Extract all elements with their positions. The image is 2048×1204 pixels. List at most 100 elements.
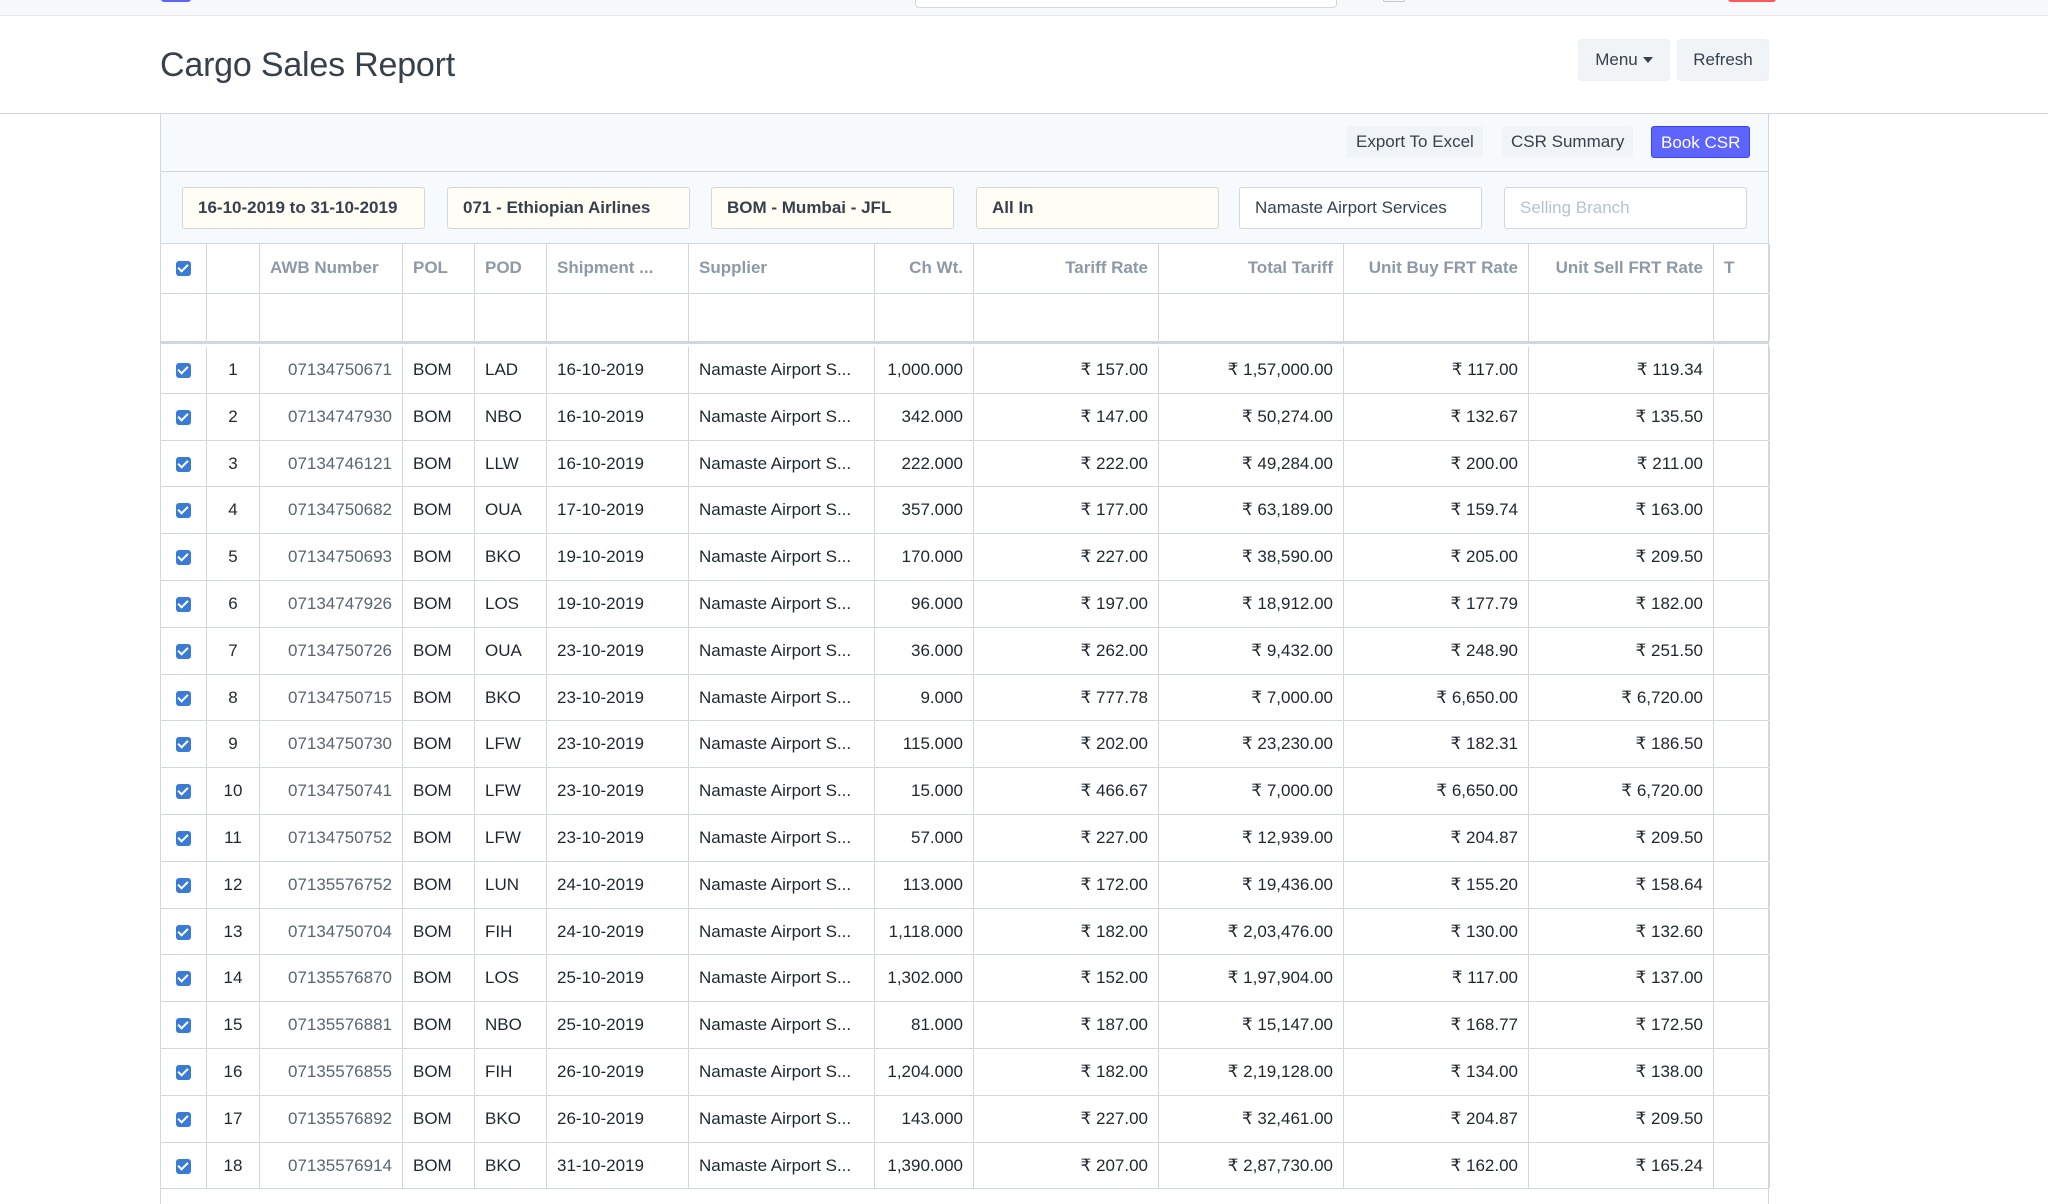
supplier: Namaste Airport S... [689, 674, 875, 721]
row-checkbox[interactable] [161, 674, 207, 721]
row-checkbox[interactable] [161, 393, 207, 440]
supplier-filter[interactable]: Namaste Airport Services [1239, 187, 1482, 229]
checkbox-icon[interactable] [176, 643, 191, 659]
table-row[interactable]: 8 07134750715 BOM BKO 23-10-2019 Namaste Airp… [161, 674, 1770, 722]
notification-icon[interactable] [1383, 0, 1405, 2]
column-filter-input[interactable] [1344, 294, 1529, 341]
checkbox-icon[interactable] [176, 503, 191, 519]
table-row[interactable]: 12 07135576752 BOM LUN 24-10-2019 Namaste Air… [161, 861, 1770, 909]
checkbox-icon[interactable] [176, 1158, 191, 1174]
column-filter-input[interactable] [875, 294, 974, 341]
row-checkbox[interactable] [161, 487, 207, 534]
column-filter-input[interactable] [1714, 294, 1770, 341]
table-row[interactable]: 4 07134750682 BOM OUA 17-10-2019 Namaste Airp… [161, 487, 1770, 535]
unit-buy-frt-rate: ₹ 205.00 [1344, 534, 1529, 580]
column-filter-input [161, 294, 207, 341]
ch-wt-header[interactable]: Ch Wt. [875, 244, 974, 293]
csr-summary-button[interactable]: CSR Summary [1502, 126, 1634, 158]
column-filter-input[interactable] [974, 294, 1159, 341]
checkbox-icon[interactable] [176, 1065, 191, 1080]
more-cell [1714, 721, 1770, 768]
airline-filter[interactable]: 071 - Ethiopian Airlines [447, 187, 690, 229]
search-input[interactable] [915, 0, 1337, 8]
table-row[interactable]: 13 07134750704 BOM FIH 24-10-2019 Namaste Air… [161, 908, 1770, 956]
checkbox-icon[interactable] [176, 597, 191, 612]
checkbox-icon[interactable] [176, 1111, 191, 1127]
checkbox-icon[interactable] [176, 971, 191, 987]
user-badge[interactable] [1728, 0, 1776, 2]
table-row[interactable]: 2 07134747930 BOM NBO 16-10-2019 Namaste Airp… [161, 393, 1770, 441]
total-tariff-header[interactable]: Total Tariff [1159, 244, 1344, 293]
pod-header[interactable]: POD [475, 244, 547, 293]
row-checkbox[interactable] [161, 627, 207, 674]
column-filter-input[interactable] [547, 294, 689, 341]
awb-number-header[interactable]: AWB Number [260, 244, 403, 293]
row-checkbox[interactable] [161, 955, 207, 1002]
more-columns-header[interactable]: T [1714, 244, 1770, 293]
row-checkbox[interactable] [161, 1002, 207, 1048]
table-row[interactable]: 16 07135576855 BOM FIH 26-10-2019 Namaste Air… [161, 1049, 1770, 1096]
refresh-button[interactable]: Refresh [1677, 39, 1769, 81]
app-logo[interactable] [161, 0, 191, 2]
checkbox-icon[interactable] [176, 456, 191, 472]
checkbox-icon[interactable] [176, 924, 191, 940]
checkbox-icon[interactable] [176, 550, 191, 566]
checkbox-icon[interactable] [176, 690, 191, 706]
table-row[interactable]: 6 07134747926 BOM LOS 19-10-2019 Namaste Airp… [161, 581, 1770, 628]
table-row[interactable]: 1 07134750671 BOM LAD 16-10-2019 Namaste Airp… [161, 347, 1770, 394]
table-row[interactable]: 10 07134750741 BOM LFW 23-10-2019 Namaste Air… [161, 768, 1770, 815]
row-checkbox[interactable] [161, 1049, 207, 1095]
checkbox-icon[interactable] [176, 831, 191, 846]
export-excel-button[interactable]: Export To Excel [1347, 126, 1483, 158]
row-checkbox[interactable] [161, 908, 207, 955]
supplier: Namaste Airport S... [689, 815, 875, 861]
table-row[interactable]: 18 07135576914 BOM BKO 31-10-2019 Namaste Air… [161, 1142, 1770, 1190]
column-filter-input[interactable] [1159, 294, 1344, 341]
unit-sell-header[interactable]: Unit Sell FRT Rate [1529, 244, 1714, 293]
row-checkbox[interactable] [161, 768, 207, 814]
select-all-checkbox-icon[interactable] [176, 261, 191, 276]
table-row[interactable]: 7 07134750726 BOM OUA 23-10-2019 Namaste Airp… [161, 627, 1770, 675]
menu-button[interactable]: Menu [1578, 39, 1670, 81]
row-checkbox[interactable] [161, 347, 207, 393]
table-row[interactable]: 17 07135576892 BOM BKO 26-10-2019 Namaste Air… [161, 1095, 1770, 1143]
book-csr-button[interactable]: Book CSR [1651, 126, 1751, 158]
row-number-header[interactable] [207, 244, 260, 293]
table-row[interactable]: 3 07134746121 BOM LLW 16-10-2019 Namaste Airp… [161, 440, 1770, 488]
selling-branch-filter[interactable]: Selling Branch [1504, 187, 1747, 229]
checkbox-icon[interactable] [176, 363, 191, 378]
select-all-checkbox[interactable] [161, 244, 207, 293]
table-row[interactable]: 9 07134750730 BOM LFW 23-10-2019 Namaste Airp… [161, 721, 1770, 769]
table-row[interactable]: 14 07135576870 BOM LOS 25-10-2019 Namaste Air… [161, 955, 1770, 1003]
checkbox-icon[interactable] [176, 1018, 191, 1034]
all-in-filter[interactable]: All In [976, 187, 1219, 229]
column-filter-input[interactable] [1529, 294, 1714, 341]
airport-filter[interactable]: BOM - Mumbai - JFL [711, 187, 954, 229]
supplier: Namaste Airport S... [689, 347, 875, 393]
supplier-header[interactable]: Supplier [689, 244, 875, 293]
row-checkbox[interactable] [161, 534, 207, 580]
row-checkbox[interactable] [161, 1095, 207, 1142]
column-filter-input[interactable] [689, 294, 875, 341]
unit-buy-header[interactable]: Unit Buy FRT Rate [1344, 244, 1529, 293]
checkbox-icon[interactable] [176, 877, 191, 893]
row-checkbox[interactable] [161, 861, 207, 908]
row-checkbox[interactable] [161, 581, 207, 627]
checkbox-icon[interactable] [176, 409, 191, 425]
table-row[interactable]: 5 07134750693 BOM BKO 19-10-2019 Namaste Airp… [161, 534, 1770, 581]
checkbox-icon[interactable] [176, 784, 191, 800]
pol-header[interactable]: POL [403, 244, 475, 293]
column-filter-input[interactable] [403, 294, 475, 341]
shipment-date-header[interactable]: Shipment ... [547, 244, 689, 293]
date-range-filter[interactable]: 16-10-2019 to 31-10-2019 [182, 187, 425, 229]
row-checkbox[interactable] [161, 721, 207, 768]
row-checkbox[interactable] [161, 1142, 207, 1189]
table-row[interactable]: 11 07134750752 BOM LFW 23-10-2019 Namaste Air… [161, 815, 1770, 862]
column-filter-input[interactable] [260, 294, 403, 341]
row-checkbox[interactable] [161, 440, 207, 487]
tariff-rate-header[interactable]: Tariff Rate [974, 244, 1159, 293]
checkbox-icon[interactable] [176, 737, 191, 753]
table-row[interactable]: 15 07135576881 BOM NBO 25-10-2019 Namaste Air… [161, 1002, 1770, 1049]
column-filter-input[interactable] [475, 294, 547, 341]
row-checkbox[interactable] [161, 815, 207, 861]
